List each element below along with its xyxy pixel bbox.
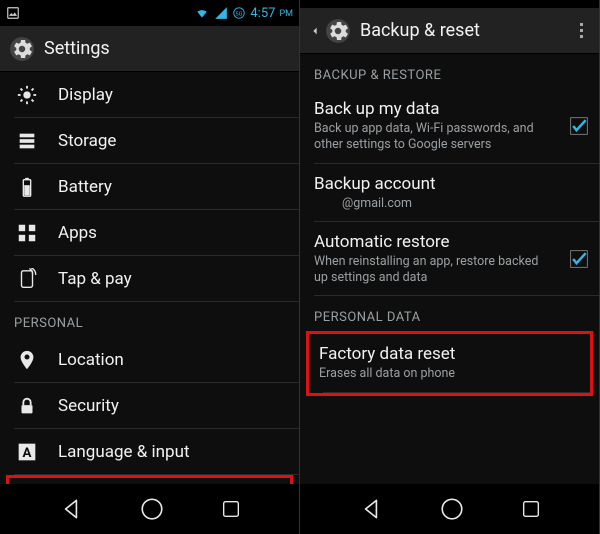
settings-item-battery[interactable]: Battery xyxy=(0,164,299,210)
settings-item-storage[interactable]: Storage xyxy=(0,118,299,164)
nav-back-button[interactable] xyxy=(358,496,384,522)
row-label: Battery xyxy=(58,177,285,197)
pref-backup-account[interactable]: Backup account @gmail.com xyxy=(300,164,599,222)
row-label: Security xyxy=(58,396,285,416)
row-label: Apps xyxy=(58,223,285,243)
brightness-icon xyxy=(14,82,40,108)
pref-subtitle: When reinstalling an app, restore backed… xyxy=(314,254,585,287)
nav-bar xyxy=(0,484,299,534)
settings-gear-icon[interactable] xyxy=(324,17,352,45)
status-bar xyxy=(300,0,599,8)
network-5g-icon: 5G xyxy=(232,6,246,20)
row-label: Language & input xyxy=(58,442,285,462)
settings-item-location[interactable]: Location xyxy=(0,337,299,383)
pref-automatic-restore[interactable]: Automatic restore When reinstalling an a… xyxy=(300,222,599,297)
pref-backup-my-data[interactable]: Back up my data Back up app data, Wi-Fi … xyxy=(300,89,599,164)
back-icon[interactable] xyxy=(308,22,322,40)
nav-recents-button[interactable] xyxy=(520,498,542,520)
battery-icon xyxy=(14,174,40,200)
backup-reset-list[interactable]: BACKUP & RESTORE Back up my data Back up… xyxy=(300,54,599,484)
settings-item-apps[interactable]: Apps xyxy=(0,210,299,256)
nav-back-button[interactable] xyxy=(58,496,84,522)
svg-text:5G: 5G xyxy=(236,11,243,17)
checkbox-checked-icon[interactable] xyxy=(569,249,589,269)
nav-recents-button[interactable] xyxy=(220,498,242,520)
phone-left: 5G 4:57 PM Settings Display Storage xyxy=(0,0,300,534)
lock-icon xyxy=(14,393,40,419)
phone-right: Backup & reset BACKUP & RESTORE Back up … xyxy=(300,0,600,534)
settings-item-language[interactable]: A Language & input xyxy=(0,429,299,475)
settings-list[interactable]: Display Storage Battery Apps xyxy=(0,72,299,484)
app-bar: Settings xyxy=(0,26,299,72)
settings-item-display[interactable]: Display xyxy=(0,72,299,118)
checkbox-checked-icon[interactable] xyxy=(569,116,589,136)
app-bar: Backup & reset xyxy=(300,8,599,54)
page-title: Backup & reset xyxy=(360,20,571,41)
row-label: Tap & pay xyxy=(58,269,285,289)
pref-title: Back up my data xyxy=(314,99,585,119)
svg-text:A: A xyxy=(23,446,32,461)
overflow-menu-icon[interactable] xyxy=(571,23,591,38)
highlight-factory-reset: Factory data reset Erases all data on ph… xyxy=(306,331,593,395)
signal-icon xyxy=(214,6,228,20)
section-header-backup-restore: BACKUP & RESTORE xyxy=(300,54,599,89)
row-label: Display xyxy=(58,85,285,105)
nav-home-button[interactable] xyxy=(439,496,465,522)
status-time: 4:57 xyxy=(250,6,275,21)
highlight-backup-reset: Backup & reset xyxy=(6,475,293,484)
pref-subtitle: Back up app data, Wi-Fi passwords, and o… xyxy=(314,121,585,154)
settings-gear-icon[interactable] xyxy=(8,35,36,63)
page-title: Settings xyxy=(44,38,291,59)
apps-icon xyxy=(14,220,40,246)
row-label: Location xyxy=(58,350,285,370)
settings-item-tap-pay[interactable]: Tap & pay xyxy=(0,256,299,302)
row-label: Storage xyxy=(58,131,285,151)
pref-title: Factory data reset xyxy=(319,344,576,364)
section-header-personal: PERSONAL xyxy=(0,302,299,337)
image-icon xyxy=(6,6,20,20)
language-icon: A xyxy=(14,439,40,465)
nav-home-button[interactable] xyxy=(139,496,165,522)
pref-subtitle: @gmail.com xyxy=(314,196,585,212)
pref-factory-data-reset[interactable]: Factory data reset Erases all data on ph… xyxy=(309,334,590,392)
pref-subtitle: Erases all data on phone xyxy=(319,366,576,382)
section-header-personal-data: PERSONAL DATA xyxy=(300,296,599,331)
pref-title: Backup account xyxy=(314,174,585,194)
settings-item-security[interactable]: Security xyxy=(0,383,299,429)
storage-icon xyxy=(14,128,40,154)
location-icon xyxy=(14,347,40,373)
nfc-icon xyxy=(14,266,40,292)
nav-bar xyxy=(300,484,599,534)
pref-title: Automatic restore xyxy=(314,232,585,252)
status-ampm: PM xyxy=(279,9,293,19)
settings-item-backup-reset[interactable]: Backup & reset xyxy=(9,478,290,484)
status-bar: 5G 4:57 PM xyxy=(0,0,299,26)
wifi-icon xyxy=(194,6,210,20)
